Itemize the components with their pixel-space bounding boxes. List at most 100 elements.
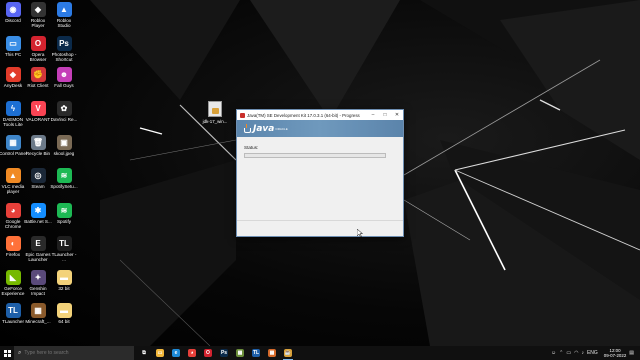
desktop-icon[interactable]: ▲ VLC media player — [0, 168, 26, 195]
desktop-icon[interactable]: ≋ SpotifySetu... — [50, 168, 78, 189]
window-titlebar[interactable]: Java(TM) SE Development Kit 17.0.3.1 (64… — [237, 110, 403, 120]
app-icon: ✿ — [56, 101, 72, 116]
app-icon: TL — [56, 236, 72, 251]
app-icon: ◕ — [5, 203, 21, 218]
desktop-icon[interactable]: Ps Photoshop - Shortcut — [51, 36, 77, 63]
taskbar: ⌕ ⧉ ▭ e ◕ O Ps ▦ TL ▦ ☕ ☺ ⌃ ▭ ◠ ♪ ENG 12:00 09-07… — [0, 346, 640, 360]
installer-file-icon — [208, 101, 222, 117]
desktop-icon-label: Minecraft_... — [25, 319, 51, 324]
desktop-icon-grid: ◉ Discord ◆ Roblox Player ▲ Roblox Studio ▭ Thi… — [0, 0, 80, 346]
desktop-icon[interactable]: ◕ Google Chrome — [0, 203, 26, 230]
app-icon: O — [30, 36, 46, 51]
desktop-icon[interactable]: ≋ Spotify — [51, 203, 77, 224]
desktop-icon[interactable]: ◣ GeForce Experience — [0, 270, 26, 297]
battery-icon[interactable]: ▭ — [566, 350, 571, 356]
minecraft-icon: ▦ — [236, 349, 244, 357]
taskbar-java-installer-button[interactable]: ☕ — [280, 346, 296, 360]
desktop-icon[interactable]: V VALORANT — [25, 101, 51, 122]
desktop-icon[interactable]: ◉ Discord — [0, 2, 26, 23]
oracle-logo-text: ORACLE — [275, 126, 288, 131]
jdk-installer-window[interactable]: Java(TM) SE Development Kit 17.0.3.1 (64… — [236, 109, 404, 237]
taskbar-edge-button[interactable]: e — [168, 346, 184, 360]
desktop-icon[interactable]: TL TLauncher — [0, 303, 26, 324]
taskbar-minecraft-button[interactable]: ▦ — [232, 346, 248, 360]
taskbar-apps: ⧉ ▭ e ◕ O Ps ▦ TL ▦ ☕ — [136, 346, 296, 360]
clock[interactable]: 12:00 09-07-2022 — [604, 348, 626, 358]
notifications-icon[interactable]: ▤ — [629, 350, 634, 356]
taskbar-tlauncher-button[interactable]: TL — [248, 346, 264, 360]
desktop-icon[interactable]: ▬ 32 bit — [51, 270, 77, 291]
desktop-icon[interactable]: ▬ 64 bit — [51, 303, 77, 324]
desktop-file-label: jdk-17_win... — [202, 119, 228, 124]
clock-date: 09-07-2022 — [603, 353, 627, 358]
desktop-icon-label: Spotify — [56, 219, 72, 224]
desktop-icon[interactable]: TL TLauncher - ... — [51, 236, 77, 263]
desktop-icon[interactable]: ◆ Roblox Player — [25, 2, 51, 29]
minimize-button[interactable]: – — [367, 110, 379, 120]
window-title: Java(TM) SE Development Kit 17.0.3.1 (64… — [247, 112, 360, 118]
desktop-icon-label: Photoshop - Shortcut — [51, 52, 77, 63]
app-icon: ϟ — [5, 101, 21, 116]
desktop-icon[interactable]: ▣ skool.jpeg — [51, 135, 77, 156]
desktop-icon[interactable]: ✱ Battle.net S... — [24, 203, 52, 224]
taskbar-opera-button[interactable]: O — [200, 346, 216, 360]
taskbar-photoshop-button[interactable]: Ps — [216, 346, 232, 360]
desktop-icon[interactable]: O Opera Browser — [25, 36, 51, 63]
app-icon: ☻ — [56, 67, 72, 82]
taskbar-task-view-button[interactable]: ⧉ — [136, 346, 152, 360]
system-tray: ☺ ⌃ ▭ ◠ ♪ ENG 12:00 09-07-2022 ▤ — [551, 346, 640, 360]
desktop-icon[interactable]: ▲ Roblox Studio — [51, 2, 77, 29]
people-icon[interactable]: ☺ — [551, 350, 556, 356]
chevron-up-icon[interactable]: ⌃ — [559, 350, 563, 356]
desktop-file-jdk-installer[interactable]: jdk-17_win... — [203, 101, 227, 124]
start-button[interactable] — [0, 346, 14, 360]
app-icon: E — [30, 236, 46, 251]
app-icon: ▬ — [56, 303, 72, 318]
opera-icon: O — [204, 349, 212, 357]
app-icon: ▦ — [5, 135, 21, 150]
close-button[interactable]: ✕ — [391, 110, 403, 120]
desktop-icon[interactable]: ◆ AnyDesk — [0, 67, 26, 88]
desktop-icon[interactable]: 🗑 Recycle Bin — [25, 135, 51, 156]
desktop-icon-label: skool.jpeg — [53, 151, 75, 156]
app-icon: ▲ — [56, 2, 72, 17]
desktop-icon[interactable]: ✊ Riot Client — [25, 67, 51, 88]
desktop-icon[interactable]: ϟ DAEMON Tools Lite — [0, 101, 26, 128]
desktop-icon[interactable]: ▦ Control Panel — [0, 135, 27, 156]
taskbar-chrome-button[interactable]: ◕ — [184, 346, 200, 360]
taskbar-file-explorer-button[interactable]: ▭ — [152, 346, 168, 360]
desktop-icon-label: Discord — [5, 18, 21, 23]
language-indicator[interactable]: ENG — [587, 350, 598, 356]
desktop-icon-label: TLauncher - ... — [51, 252, 77, 263]
desktop-icon[interactable]: ☻ Fall Guys — [51, 67, 77, 88]
desktop-icon[interactable]: ✿ DaVinci Re... — [51, 101, 77, 122]
wifi-icon[interactable]: ◠ — [574, 350, 578, 356]
search-icon: ⌕ — [18, 349, 22, 356]
desktop-icon[interactable]: E Epic Games Launcher — [25, 236, 51, 263]
app-icon: ≋ — [56, 168, 72, 183]
desktop-icon[interactable]: ▭ This PC — [0, 36, 26, 57]
desktop-icon-label: VLC media player — [1, 184, 25, 195]
volume-icon[interactable]: ♪ — [581, 350, 584, 356]
desktop-icon-label: VALORANT — [25, 117, 51, 122]
desktop-icon-label: 64 bit — [58, 319, 70, 324]
desktop-icon-label: SpotifySetu... — [50, 184, 78, 189]
app-icon: TL — [5, 303, 21, 318]
taskbar-calculator-button[interactable]: ▦ — [264, 346, 280, 360]
app-icon: ▭ — [5, 36, 21, 51]
desktop-icon-label: Epic Games Launcher — [25, 252, 51, 263]
photoshop-icon: Ps — [220, 349, 228, 357]
taskbar-search[interactable]: ⌕ — [14, 346, 134, 360]
desktop-icon[interactable]: ▦ Minecraft_... — [25, 303, 51, 324]
tlauncher-icon: TL — [252, 349, 260, 357]
desktop-icon[interactable]: ◎ Steam — [25, 168, 51, 189]
desktop-icon-label: Fall Guys — [54, 83, 74, 88]
desktop-icon[interactable]: ◐ Firefox — [0, 236, 26, 257]
installer-footer — [237, 220, 403, 236]
maximize-button[interactable]: □ — [379, 110, 391, 120]
install-progress-bar — [244, 153, 386, 158]
desktop-icon[interactable]: ✦ Genshin Impact — [25, 270, 51, 297]
search-input[interactable] — [24, 350, 125, 356]
app-icon: V — [30, 101, 46, 116]
app-icon: ▬ — [56, 270, 72, 285]
